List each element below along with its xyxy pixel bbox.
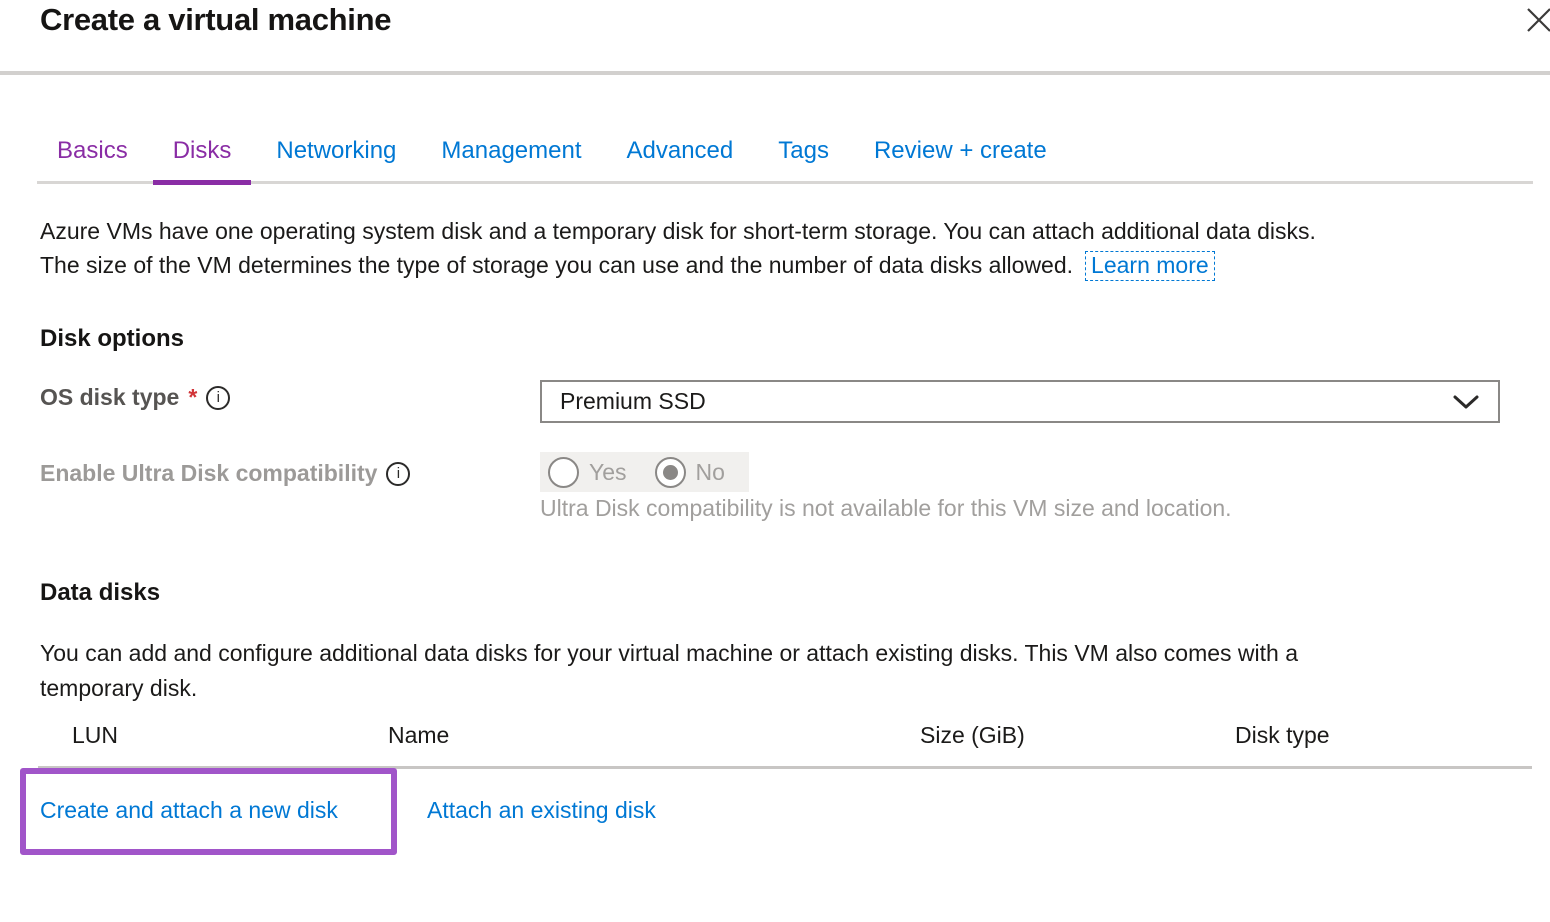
disk-options-heading: Disk options (40, 325, 184, 353)
learn-more-link[interactable]: Learn more (1085, 251, 1215, 281)
os-disk-type-value: Premium SSD (560, 388, 706, 415)
create-vm-panel: Create a virtual machine Basics Disks Ne… (0, 0, 1550, 922)
page-title: Create a virtual machine (40, 2, 391, 38)
required-asterisk: * (188, 384, 197, 411)
tab-advanced[interactable]: Advanced (607, 137, 754, 181)
intro-line2: The size of the VM determines the type o… (40, 252, 1073, 278)
tab-networking[interactable]: Networking (256, 137, 416, 181)
info-icon[interactable]: i (386, 462, 410, 486)
create-attach-disk-link[interactable]: Create and attach a new disk (40, 797, 338, 824)
radio-icon (548, 457, 579, 488)
tab-disks[interactable]: Disks (153, 137, 252, 181)
radio-label: No (696, 459, 725, 486)
ultra-disk-radio-group: Yes No (540, 452, 749, 492)
chevron-down-icon (1452, 394, 1480, 410)
column-header-lun: LUN (72, 722, 118, 749)
disks-intro-text: Azure VMs have one operating system disk… (40, 214, 1500, 282)
tab-management[interactable]: Management (421, 137, 601, 181)
data-disks-description: You can add and configure additional dat… (40, 636, 1480, 706)
intro-line1: Azure VMs have one operating system disk… (40, 218, 1316, 244)
tab-basics[interactable]: Basics (37, 137, 148, 181)
header-divider (0, 71, 1550, 75)
table-divider (38, 766, 1532, 769)
close-icon (1524, 5, 1550, 35)
data-disks-heading: Data disks (40, 579, 160, 607)
column-header-disk-type: Disk type (1235, 722, 1330, 749)
os-disk-type-label-text: OS disk type (40, 384, 179, 411)
column-header-name: Name (388, 722, 449, 749)
column-header-size: Size (GiB) (920, 722, 1025, 749)
radio-icon (655, 457, 686, 488)
tab-bar: Basics Disks Networking Management Advan… (37, 132, 1533, 184)
ultra-disk-helper-text: Ultra Disk compatibility is not availabl… (540, 495, 1232, 522)
tab-review-create[interactable]: Review + create (854, 137, 1067, 181)
info-icon[interactable]: i (206, 386, 230, 410)
radio-option-no[interactable]: No (655, 457, 725, 488)
close-button[interactable] (1522, 4, 1550, 38)
tab-tags[interactable]: Tags (758, 137, 849, 181)
data-disks-desc-line1: You can add and configure additional dat… (40, 640, 1298, 666)
radio-option-yes[interactable]: Yes (548, 457, 627, 488)
os-disk-type-select[interactable]: Premium SSD (540, 380, 1500, 423)
ultra-disk-label-text: Enable Ultra Disk compatibility (40, 460, 377, 487)
data-disks-desc-line2: temporary disk. (40, 675, 197, 701)
os-disk-type-label: OS disk type * i (40, 384, 230, 411)
attach-existing-disk-link[interactable]: Attach an existing disk (427, 797, 656, 824)
radio-label: Yes (589, 459, 627, 486)
ultra-disk-label: Enable Ultra Disk compatibility i (40, 460, 410, 487)
